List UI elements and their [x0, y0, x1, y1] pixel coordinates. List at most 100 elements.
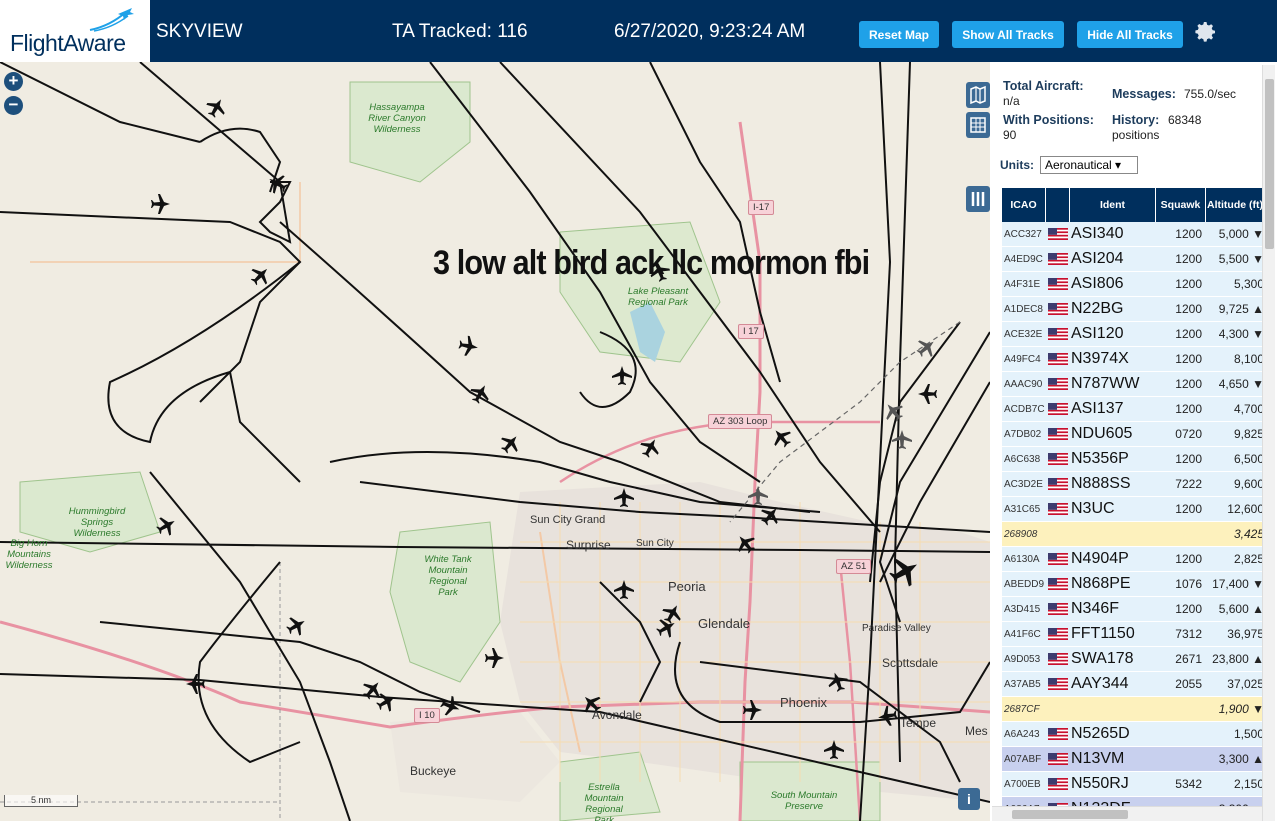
row-squawk: 5342 — [1175, 777, 1202, 791]
table-row[interactable]: A4ED9C ASI204 1200 5,500 ▼ — [1002, 247, 1264, 272]
aircraft-icon[interactable] — [485, 648, 504, 668]
table-row[interactable]: A1DEC8 N22BG 1200 9,725 ▲ — [1002, 297, 1264, 322]
aircraft-icon[interactable] — [612, 366, 632, 385]
row-flag — [1046, 503, 1070, 515]
aircraft-icon[interactable] — [824, 740, 844, 759]
aircraft-icon[interactable] — [283, 612, 310, 640]
row-altitude: 4,300 ▼ — [1218, 327, 1264, 341]
table-row[interactable]: A07ABF N13VM 3,300 ▲ — [1002, 747, 1264, 772]
aircraft-icon[interactable] — [186, 674, 205, 694]
scale-bar: 5 nm — [4, 795, 78, 807]
aircraft-icon[interactable] — [614, 488, 634, 507]
aircraft-layer[interactable] — [0, 62, 990, 821]
aircraft-icon[interactable] — [884, 551, 925, 592]
units-select[interactable]: Aeronautical ▾ — [1040, 156, 1138, 174]
zoom-out-button[interactable]: − — [4, 96, 23, 115]
table-row[interactable]: A6A243 N5265D 1,500 — [1002, 722, 1264, 747]
row-squawk: 1200 — [1175, 552, 1202, 566]
aircraft-icon[interactable] — [614, 580, 634, 599]
with-positions-value: 90 — [1003, 128, 1017, 142]
table-row[interactable]: A3D415 N346F 1200 5,600 ▲ — [1002, 597, 1264, 622]
table-row[interactable]: AAAC90 N787WW 1200 4,650 ▼ — [1002, 372, 1264, 397]
col-altitude[interactable]: Altitude (ft) — [1206, 188, 1264, 222]
place-label: Tempe — [900, 716, 937, 730]
flightaware-logo[interactable]: FlightAware — [0, 0, 150, 62]
table-row[interactable]: A6C638 N5356P 1200 6,500 — [1002, 447, 1264, 472]
aircraft-icon[interactable] — [264, 170, 291, 198]
table-row[interactable]: ABEDD9 N868PE 1076 17,400 ▼ — [1002, 572, 1264, 597]
aircraft-icon[interactable] — [153, 512, 180, 540]
row-altitude: 4,700 — [1233, 402, 1264, 416]
hide-all-tracks-button[interactable]: Hide All Tracks — [1077, 21, 1183, 48]
col-icao[interactable]: ICAO — [1002, 188, 1046, 222]
row-icao: A4ED9C — [1004, 253, 1043, 265]
us-flag-icon — [1048, 603, 1068, 615]
row-squawk: 1200 — [1175, 252, 1202, 266]
table-row[interactable]: A7DB02 NDU605 0720 9,825 — [1002, 422, 1264, 447]
aircraft-icon[interactable] — [246, 261, 275, 290]
table-row[interactable]: A9D053 SWA178 2671 23,800 ▲ — [1002, 647, 1264, 672]
aircraft-icon[interactable] — [743, 700, 762, 720]
panel-horizontal-scrollbar[interactable] — [992, 806, 1262, 821]
table-row[interactable]: 268908 3,425 — [1002, 522, 1264, 547]
table-row[interactable]: ACE32E ASI120 1200 4,300 ▼ — [1002, 322, 1264, 347]
gear-icon[interactable] — [1194, 20, 1218, 44]
row-icao: A1DEC8 — [1004, 303, 1043, 315]
logo-plane-icon — [89, 8, 134, 32]
aircraft-icon-selected[interactable] — [748, 486, 768, 505]
aircraft-icon[interactable] — [731, 529, 760, 558]
row-icao: AC3D2E — [1004, 478, 1043, 490]
reset-map-button[interactable]: Reset Map — [859, 21, 939, 48]
grid-toggle-button[interactable] — [966, 112, 990, 138]
panel-scrollbar[interactable] — [1262, 65, 1275, 821]
row-flag — [1046, 728, 1070, 740]
map-layers-button[interactable] — [966, 82, 990, 108]
row-icao: AAAC90 — [1004, 378, 1043, 390]
show-all-tracks-button[interactable]: Show All Tracks — [952, 21, 1064, 48]
aircraft-icon[interactable] — [825, 669, 851, 694]
aircraft-icon[interactable] — [466, 380, 494, 407]
aircraft-icon[interactable] — [653, 614, 680, 642]
table-row[interactable]: 2687CF 1,900 ▼ — [1002, 697, 1264, 722]
aircraft-icon[interactable] — [202, 94, 230, 121]
zoom-in-button[interactable]: + — [4, 72, 23, 91]
row-squawk: 1076 — [1175, 577, 1202, 591]
table-row[interactable]: AC3D2E N888SS 7222 9,600 — [1002, 472, 1264, 497]
row-ident: N3974X — [1071, 350, 1129, 367]
aircraft-icon[interactable] — [918, 384, 937, 404]
col-squawk[interactable]: Squawk — [1156, 188, 1206, 222]
row-flag — [1046, 653, 1070, 665]
with-positions-label: With Positions: — [1003, 113, 1094, 127]
scrollbar-thumb[interactable] — [1012, 810, 1128, 819]
aircraft-icon[interactable] — [151, 194, 170, 214]
aircraft-icon[interactable] — [876, 704, 899, 728]
map-view[interactable]: + − 3 low alt bird ack llc mormon fbi Su… — [0, 62, 990, 821]
table-row[interactable]: A37AB5 AAY344 2055 37,025 — [1002, 672, 1264, 697]
messages-value: 755.0/sec — [1184, 87, 1237, 101]
aircraft-icon-selected[interactable] — [912, 333, 941, 362]
aircraft-icon[interactable] — [496, 429, 525, 458]
aircraft-icon-selected[interactable] — [892, 430, 912, 449]
table-row[interactable]: ACC327 ASI340 1200 5,000 ▼ — [1002, 222, 1264, 247]
aircraft-icon[interactable] — [358, 675, 387, 704]
col-ident[interactable]: Ident — [1070, 188, 1156, 222]
aircraft-icon[interactable] — [438, 693, 463, 719]
col-flag[interactable] — [1046, 188, 1070, 222]
aircraft-icon[interactable] — [756, 501, 785, 530]
table-row[interactable]: A41F6C FFT1150 7312 36,975 — [1002, 622, 1264, 647]
table-row[interactable]: A4F31E ASI806 1200 5,300 — [1002, 272, 1264, 297]
row-squawk: 0720 — [1175, 427, 1202, 441]
table-row[interactable]: ACDB7C ASI137 1200 4,700 — [1002, 397, 1264, 422]
table-row[interactable]: A6130A N4904P 1200 2,825 — [1002, 547, 1264, 572]
info-button[interactable]: i — [958, 788, 980, 810]
aircraft-icon[interactable] — [767, 423, 796, 452]
aircraft-icon[interactable] — [636, 434, 664, 461]
road-shield: I 10 — [414, 708, 440, 723]
table-row[interactable]: A700EB N550RJ 5342 2,150 — [1002, 772, 1264, 797]
table-row[interactable]: A31C65 N3UC 1200 12,600 — [1002, 497, 1264, 522]
columns-toggle-button[interactable] — [966, 186, 990, 212]
aircraft-icon-selected[interactable] — [879, 397, 908, 426]
aircraft-icon[interactable] — [457, 334, 480, 358]
scrollbar-thumb[interactable] — [1265, 79, 1274, 249]
table-row[interactable]: A49FC4 N3974X 1200 8,100 — [1002, 347, 1264, 372]
